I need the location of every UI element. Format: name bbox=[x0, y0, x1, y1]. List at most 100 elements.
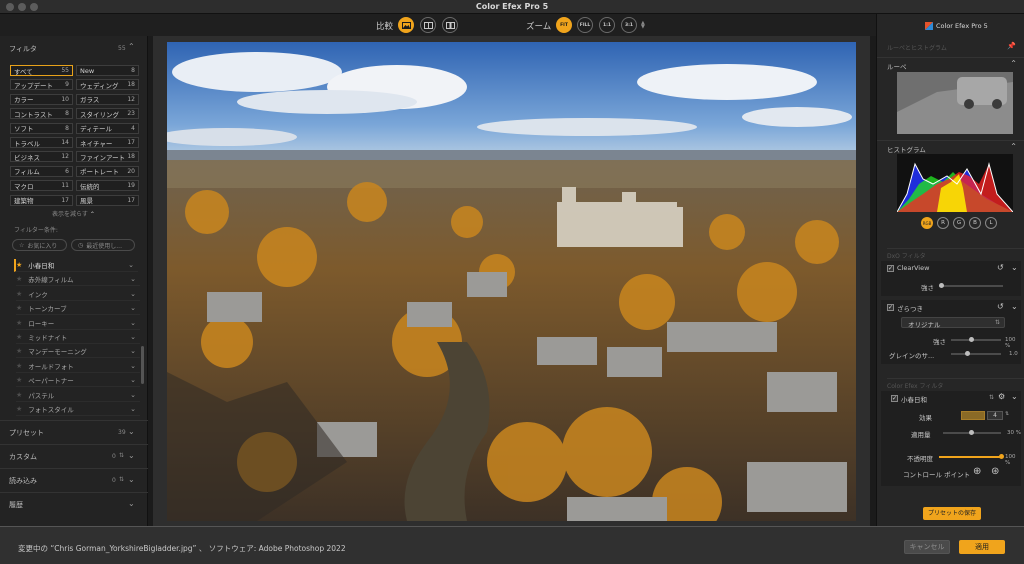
zoom-1-1-button[interactable]: 1:1 bbox=[599, 17, 615, 33]
chevron-down-icon[interactable]: ⌄ bbox=[1011, 392, 1018, 401]
clearview-checkbox[interactable]: ✓ bbox=[887, 265, 894, 272]
category-2[interactable]: アップデート 9 bbox=[10, 79, 73, 91]
star-icon[interactable]: ★ bbox=[16, 405, 22, 413]
gear-icon[interactable]: ⚙ bbox=[998, 392, 1005, 401]
chevron-down-icon[interactable]: ⌄ bbox=[130, 304, 136, 312]
star-icon[interactable]: ★ bbox=[16, 362, 22, 370]
star-icon[interactable]: ★ bbox=[16, 391, 22, 399]
category-15[interactable]: ポートレート 20 bbox=[76, 165, 139, 177]
control-point-options-icon[interactable]: ⊛ bbox=[991, 466, 999, 477]
chevron-down-icon[interactable]: ⌄ bbox=[130, 376, 136, 384]
filter-list-item[interactable]: ★ トーンカーブ ⌄ bbox=[16, 302, 140, 316]
filter-list-item[interactable]: ★ マンデーモーニング ⌄ bbox=[16, 345, 140, 359]
filter-list-item[interactable]: ★ 小春日和 ⌄ bbox=[14, 259, 138, 272]
reset-icon[interactable]: ↺ bbox=[997, 302, 1004, 311]
history-section[interactable]: 履歴 ⌄ bbox=[0, 492, 148, 514]
category-5[interactable]: ガラス 12 bbox=[76, 93, 139, 105]
single-view-button[interactable] bbox=[398, 17, 414, 33]
grain-type-select[interactable]: オリジナル ⇅ bbox=[901, 317, 1005, 329]
category-11[interactable]: ネイチャー 17 bbox=[76, 137, 139, 148]
imported-section[interactable]: 読み込み 0 ⇅ ⌄ bbox=[0, 468, 148, 490]
chevron-down-icon[interactable]: ⌄ bbox=[1011, 302, 1018, 311]
grain-strength-slider[interactable] bbox=[951, 339, 1001, 341]
updown-icon[interactable]: ⇅ bbox=[989, 394, 994, 401]
star-icon[interactable]: ★ bbox=[16, 347, 22, 355]
channel-l-button[interactable]: L bbox=[985, 217, 997, 229]
category-6[interactable]: コントラスト 8 bbox=[10, 108, 73, 120]
reset-icon[interactable]: ↺ bbox=[997, 263, 1004, 272]
channel-b-button[interactable]: B bbox=[969, 217, 981, 229]
filter-list-item[interactable]: ★ インク ⌄ bbox=[16, 288, 140, 301]
add-control-point-icon[interactable]: ⊕ bbox=[973, 466, 981, 477]
star-icon[interactable]: ★ bbox=[16, 304, 22, 312]
category-8[interactable]: ソフト 8 bbox=[10, 122, 73, 134]
chevron-down-icon[interactable]: ⌄ bbox=[130, 362, 136, 370]
zoom-fill-button[interactable]: FILL bbox=[577, 17, 593, 33]
show-less-link[interactable]: 表示を減らす ⌃ bbox=[52, 209, 95, 218]
category-12[interactable]: ビジネス 12 bbox=[10, 151, 73, 163]
chevron-down-icon[interactable]: ⌄ bbox=[130, 347, 136, 355]
category-4[interactable]: カラー 10 bbox=[10, 93, 73, 105]
grain-size-knob[interactable] bbox=[965, 351, 970, 356]
zoom-fit-button[interactable]: FIT bbox=[556, 17, 572, 33]
updown-icon[interactable]: ⇅ bbox=[1005, 411, 1009, 417]
chevron-down-icon[interactable]: ⌄ bbox=[130, 319, 136, 327]
channel-rgb-button[interactable]: RGB bbox=[921, 217, 933, 229]
pin-icon[interactable]: 📌 bbox=[1007, 42, 1016, 50]
category-3[interactable]: ウェディング 18 bbox=[76, 79, 139, 91]
grain-strength-knob[interactable] bbox=[969, 337, 974, 342]
zoom-stepper-icon[interactable]: ▲ ▼ bbox=[641, 21, 645, 30]
chevron-down-icon[interactable]: ⌄ bbox=[130, 405, 136, 413]
star-icon[interactable]: ★ bbox=[16, 319, 22, 327]
category-0[interactable]: すべて 55 bbox=[10, 65, 73, 76]
star-icon[interactable]: ★ bbox=[16, 290, 22, 298]
category-7[interactable]: スタイリング 23 bbox=[76, 108, 139, 120]
loupe-header[interactable]: ルーペ ⌃ bbox=[877, 57, 1024, 71]
category-9[interactable]: ディテール 4 bbox=[76, 122, 139, 134]
preview-image[interactable] bbox=[167, 42, 856, 521]
chevron-down-icon[interactable]: ⌄ bbox=[130, 275, 136, 283]
zoom-3-1-button[interactable]: 3:1 bbox=[621, 17, 637, 33]
chevron-down-icon[interactable]: ⌄ bbox=[130, 391, 136, 399]
favorites-pill[interactable]: ☆ お気に入り bbox=[12, 239, 67, 251]
chevron-down-icon[interactable]: ⌄ bbox=[1011, 263, 1018, 272]
filter-list-item[interactable]: ★ 赤外線フィルム ⌄ bbox=[16, 273, 140, 287]
filter-list-item[interactable]: ★ フォトスタイル ⌄ bbox=[16, 403, 140, 416]
category-10[interactable]: トラベル 14 bbox=[10, 137, 73, 148]
filter-list-item[interactable]: ★ オールドフォト ⌄ bbox=[16, 360, 140, 373]
star-icon[interactable]: ★ bbox=[16, 261, 22, 269]
filter-list-item[interactable]: ★ ミッドナイト ⌄ bbox=[16, 331, 140, 344]
histogram-header[interactable]: ヒストグラム ⌃ bbox=[877, 140, 1024, 154]
category-18[interactable]: 建築物 17 bbox=[10, 194, 73, 206]
presets-section[interactable]: プリセット 39 ⌄ bbox=[0, 420, 148, 442]
apply-amount-knob[interactable] bbox=[969, 430, 974, 435]
category-14[interactable]: フィルム 6 bbox=[10, 165, 73, 177]
custom-section[interactable]: カスタム 0 ⇅ ⌄ bbox=[0, 444, 148, 466]
channel-g-button[interactable]: G bbox=[953, 217, 965, 229]
split-view-button[interactable] bbox=[420, 17, 436, 33]
star-icon[interactable]: ★ bbox=[16, 333, 22, 341]
grain-checkbox[interactable]: ✓ bbox=[887, 304, 894, 311]
star-icon[interactable]: ★ bbox=[16, 275, 22, 283]
clearview-strength-knob[interactable] bbox=[939, 283, 944, 288]
filter-enabled-checkbox[interactable]: ✓ bbox=[891, 395, 898, 402]
filter-list-item[interactable]: ★ パステル ⌄ bbox=[16, 389, 140, 402]
filter-list-item[interactable]: ★ ペーパートナー ⌄ bbox=[16, 374, 140, 388]
cancel-button[interactable]: キャンセル bbox=[904, 540, 950, 554]
category-19[interactable]: 風景 17 bbox=[76, 194, 139, 206]
category-16[interactable]: マクロ 11 bbox=[10, 180, 73, 192]
channel-r-button[interactable]: R bbox=[937, 217, 949, 229]
side-by-side-button[interactable] bbox=[442, 17, 458, 33]
grain-size-slider[interactable] bbox=[951, 353, 1001, 355]
chevron-up-icon[interactable]: ⌃ bbox=[128, 42, 135, 51]
opacity-knob[interactable] bbox=[999, 454, 1004, 459]
effect-select-preview[interactable] bbox=[961, 411, 985, 420]
filter-list-item[interactable]: ★ ローキー ⌄ bbox=[16, 317, 140, 330]
chevron-down-icon[interactable]: ⌄ bbox=[128, 261, 134, 269]
save-preset-button[interactable]: プリセットの保存 bbox=[923, 507, 981, 520]
chevron-down-icon[interactable]: ⌄ bbox=[130, 333, 136, 341]
effect-value[interactable]: 4 bbox=[987, 411, 1003, 420]
category-13[interactable]: ファインアート 18 bbox=[76, 151, 139, 163]
chevron-down-icon[interactable]: ⌄ bbox=[130, 290, 136, 298]
star-icon[interactable]: ★ bbox=[16, 376, 22, 384]
